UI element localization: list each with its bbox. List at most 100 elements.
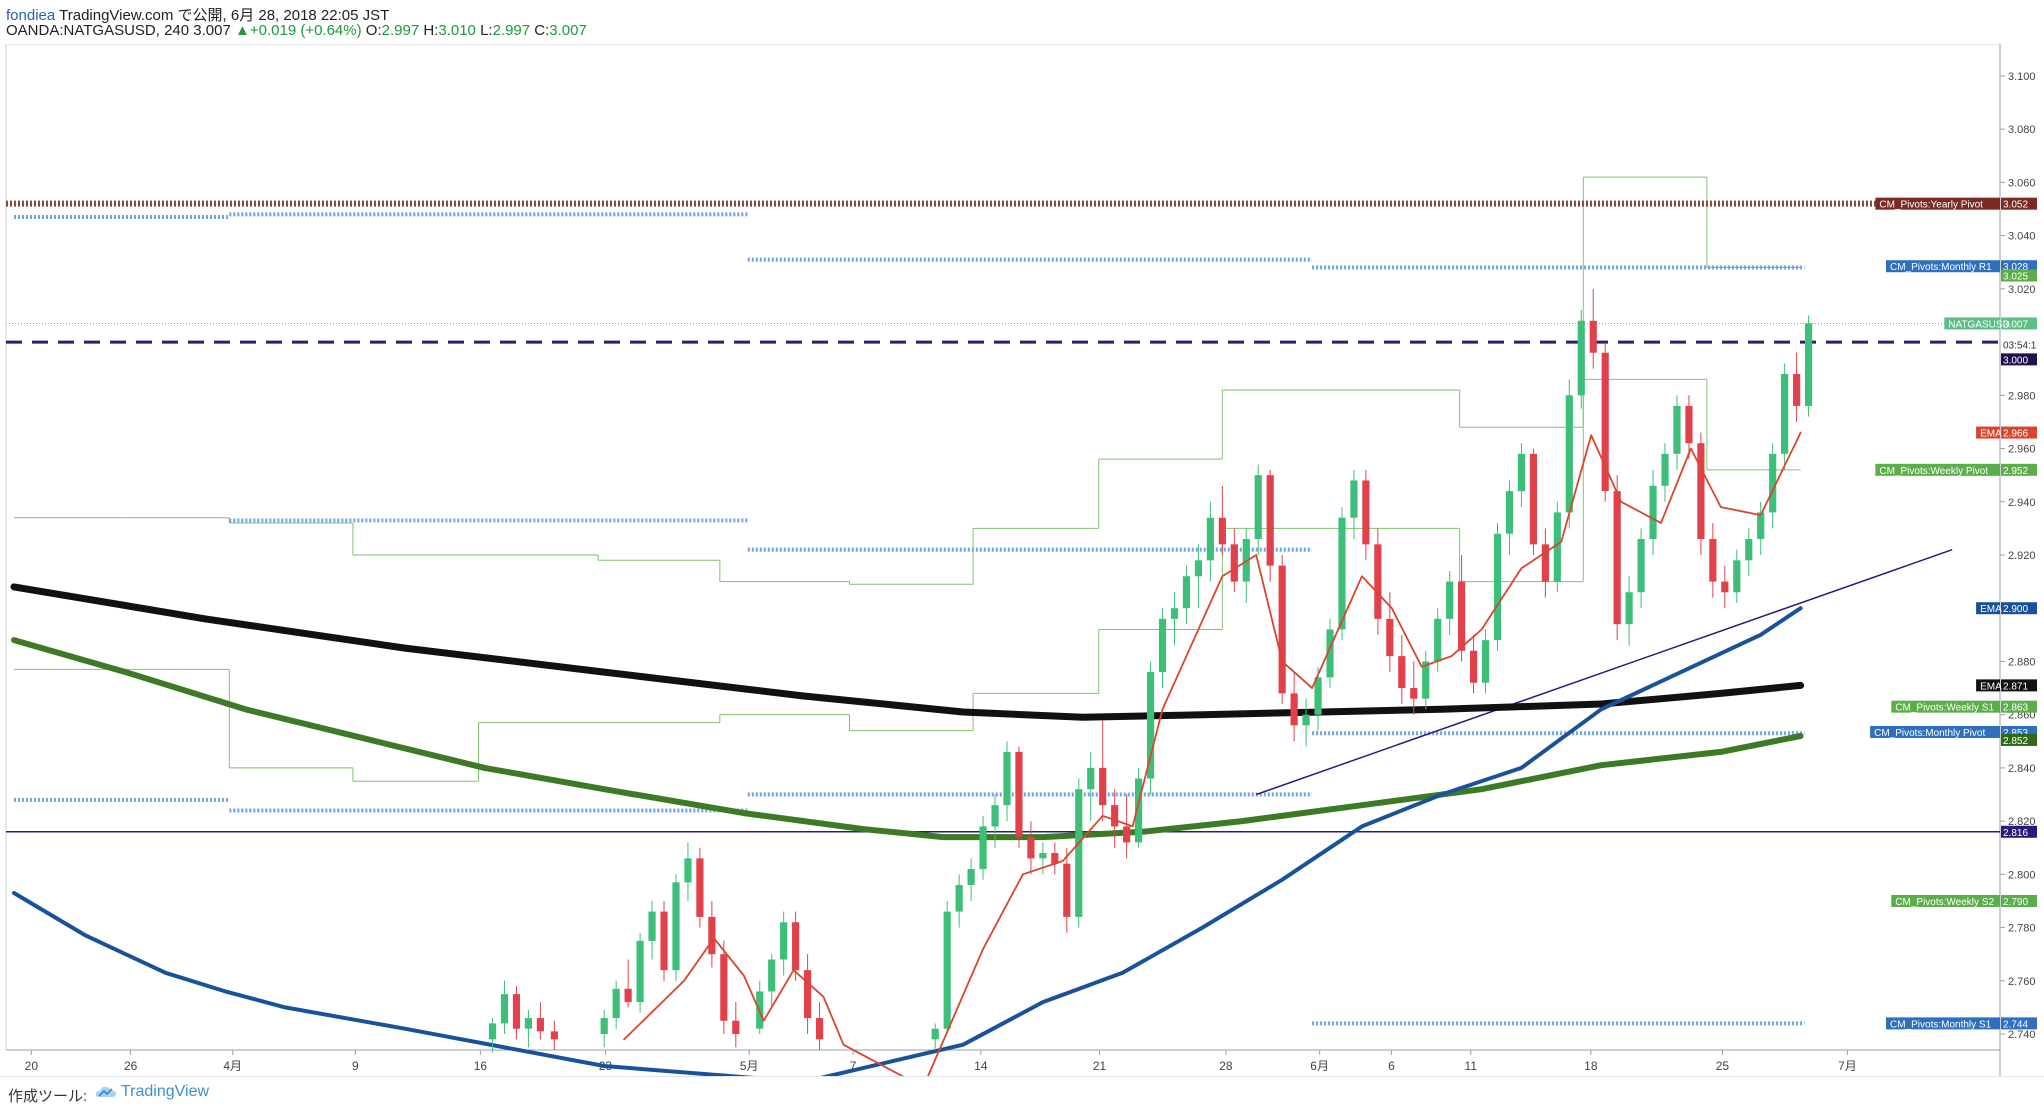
y-tick-label: 2.980	[2008, 390, 2036, 402]
candle-body	[1757, 512, 1765, 540]
candle-body	[1266, 475, 1274, 566]
symbol-name: OANDA:NATGASUSD, 240	[6, 22, 190, 39]
y-tick-label: 2.780	[2008, 923, 2036, 935]
candle-body	[1733, 560, 1741, 593]
candle-body	[768, 959, 776, 992]
price-label-value: 2.952	[2003, 466, 2028, 477]
price-label-name: EMA	[1980, 429, 2002, 440]
price-label-value: 2.790	[2003, 897, 2028, 908]
candle-body	[524, 1018, 533, 1029]
candle-body	[1362, 480, 1370, 545]
y-tick-label: 2.800	[2008, 869, 2036, 881]
candle-body	[792, 922, 800, 971]
price-label-name: NATGASUSD	[1948, 319, 2010, 330]
candle-body	[1637, 539, 1645, 593]
candle-body	[780, 922, 788, 960]
candle-body	[1517, 453, 1526, 492]
x-tick-label: 16	[474, 1059, 488, 1073]
x-tick-label: 21	[1093, 1059, 1107, 1073]
tradingview-link[interactable]: TradingView	[95, 1083, 209, 1101]
candle-body	[1493, 533, 1502, 641]
x-tick-label: 6	[1388, 1059, 1395, 1073]
candle-body	[1170, 608, 1179, 619]
low-value: 2.997	[492, 22, 531, 39]
candle-body	[612, 988, 620, 1019]
price-label-name: CM_Pivots:Monthly S1	[1890, 1019, 1992, 1030]
price-label-value: 2.900	[2003, 604, 2028, 615]
price-label-value: 03:54:1	[2003, 341, 2037, 352]
y-tick-label: 2.920	[2008, 550, 2036, 562]
candle-body	[1386, 618, 1394, 657]
x-tick-label: 9	[352, 1059, 359, 1073]
candle-body	[1206, 517, 1214, 561]
change-up-icon: ▲	[235, 22, 250, 39]
candle-body	[1804, 323, 1813, 406]
candle-body	[1577, 320, 1585, 396]
candle-body	[1481, 640, 1490, 683]
y-tick-label: 3.060	[2008, 177, 2036, 189]
x-tick-label: 14	[974, 1059, 988, 1073]
price-label-value: 2.744	[2003, 1019, 2028, 1030]
candle-body	[1781, 374, 1789, 454]
candle-body	[1410, 688, 1418, 699]
candle-body	[943, 911, 951, 1029]
candle-body	[624, 988, 632, 1003]
candle-body	[1290, 693, 1298, 726]
y-tick-label: 2.960	[2008, 444, 2036, 456]
price-label-value: 2.816	[2003, 828, 2028, 839]
candle-body	[1697, 443, 1705, 540]
candle-body	[512, 994, 521, 1029]
candle-body	[1182, 576, 1191, 609]
candle-body	[660, 911, 668, 971]
y-tick-label: 2.880	[2008, 656, 2036, 668]
candle-body	[1338, 517, 1346, 630]
open-value: 2.997	[381, 22, 420, 39]
candle-body	[803, 970, 812, 1019]
price-label-value: 2.863	[2003, 703, 2028, 714]
price-label-value: 2.852	[2003, 736, 2028, 747]
candle-body	[672, 882, 680, 971]
candle-body	[648, 911, 656, 941]
candle-body	[1099, 767, 1107, 806]
candle-body	[1218, 517, 1226, 545]
price-change: +0.019 (+0.64%)	[249, 22, 362, 39]
candle-body	[991, 805, 999, 827]
price-label-value: 2.966	[2003, 429, 2028, 440]
candle-body	[550, 1031, 558, 1040]
candle-body	[1721, 581, 1729, 593]
candle-body	[1469, 650, 1478, 683]
candle-body	[1350, 480, 1358, 518]
price-label-name: CM_Pivots:Weekly S2	[1895, 897, 1994, 908]
candle-body	[1302, 714, 1310, 726]
candle-body	[488, 1023, 497, 1040]
candle-body	[1458, 581, 1466, 651]
candle-body	[815, 1018, 824, 1040]
candle-body	[1709, 539, 1717, 582]
ema-blue-line	[12, 606, 1803, 1076]
candle-body	[1529, 453, 1537, 545]
candle-body	[1003, 751, 1011, 806]
footer-bar: 作成ツール: TradingView	[0, 1076, 2044, 1112]
candle-body	[1505, 491, 1514, 534]
candle-body	[1230, 544, 1238, 582]
candle-body	[1649, 485, 1657, 540]
low-label: L:	[480, 22, 493, 39]
candle-body	[1158, 618, 1167, 673]
y-tick-label: 2.940	[2008, 497, 2036, 509]
candle-body	[931, 1028, 939, 1040]
ema-green-line	[11, 637, 1804, 841]
high-label: H:	[423, 22, 439, 39]
made-with-label: 作成ツール:	[8, 1088, 88, 1105]
candle-body	[1027, 837, 1035, 859]
trend-line[interactable]	[1255, 548, 1953, 796]
candle-body	[955, 884, 963, 912]
y-tick-label: 2.760	[2008, 976, 2036, 988]
y-tick-label: 3.040	[2008, 231, 2036, 243]
symbol-line: OANDA:NATGASUSD, 240 3.007 ▲+0.019 (+0.6…	[6, 22, 587, 39]
candle-body	[1613, 491, 1621, 625]
chart-header: fondiea TradingView.com で公開, 6月 28, 2018…	[0, 0, 2044, 44]
price-chart[interactable]: 3.100 3.080 3.060 3.040 3.020 2.980 2.960 2.940…	[0, 44, 2044, 1076]
y-tick-label: 2.740	[2008, 1029, 2036, 1041]
price-label-value: 2.871	[2003, 681, 2028, 692]
close-label: C:	[534, 22, 550, 39]
